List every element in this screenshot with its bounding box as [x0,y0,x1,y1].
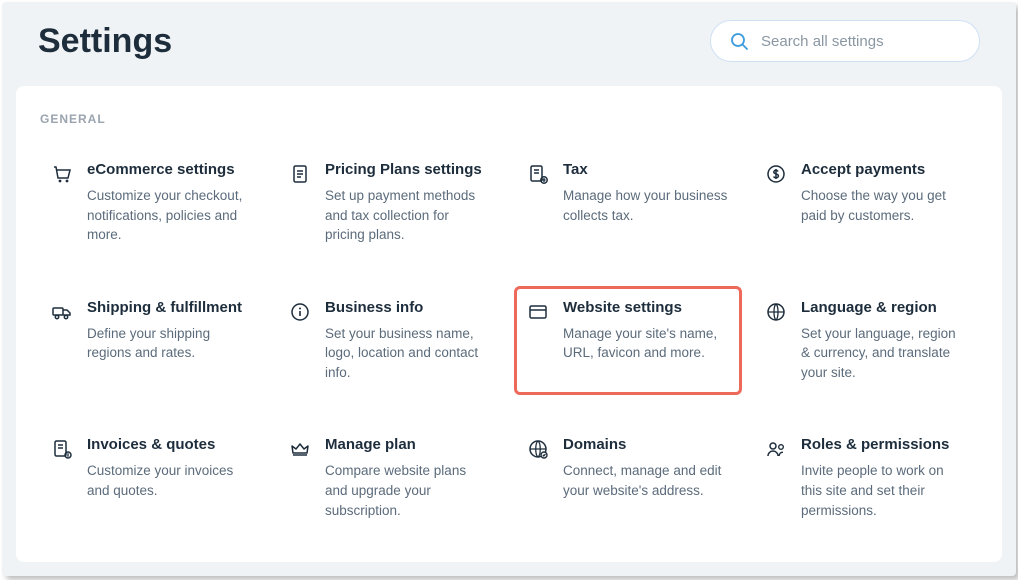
card-desc: Invite people to work on this site and s… [801,461,967,520]
file-icon [289,163,311,185]
settings-panel: GENERAL eCommerce settings Customize your… [16,86,1002,562]
info-icon [289,301,311,323]
card-body: Roles & permissions Invite people to work… [801,436,967,520]
card-invoices-quotes[interactable]: Invoices & quotes Customize your invoices… [38,423,266,533]
card-body: eCommerce settings Customize your checkou… [87,161,253,245]
cart-icon [51,163,73,185]
card-body: Tax Manage how your business collects tax… [563,161,729,225]
browser-icon [527,301,549,323]
card-desc: Manage your site's name, URL, favicon an… [563,324,729,363]
crown-icon [289,438,311,460]
dollar-icon [765,163,787,185]
card-title: Language & region [801,299,967,316]
card-desc: Connect, manage and edit your website's … [563,461,729,500]
card-body: Shipping & fulfillment Define your shippi… [87,299,253,363]
invoice-icon [51,438,73,460]
card-title: Invoices & quotes [87,436,253,453]
card-pricing-plans-settings[interactable]: Pricing Plans settings Set up payment met… [276,148,504,258]
card-desc: Customize your checkout, notifications, … [87,186,253,245]
card-shipping-fulfillment[interactable]: Shipping & fulfillment Define your shippi… [38,286,266,396]
card-body: Language & region Set your language, regi… [801,299,967,383]
settings-page: Settings GENERAL eCommerce settings Custo… [2,2,1016,576]
card-title: Manage plan [325,436,491,453]
card-title: Shipping & fulfillment [87,299,253,316]
search-icon [729,31,751,53]
header: Settings [2,2,1016,72]
truck-icon [51,301,73,323]
card-domains[interactable]: Domains Connect, manage and edit your web… [514,423,742,533]
card-desc: Set up payment methods and tax collectio… [325,186,491,245]
search-input[interactable] [761,33,961,50]
card-title: Pricing Plans settings [325,161,491,178]
card-desc: Choose the way you get paid by customers… [801,186,967,225]
card-desc: Set your business name, logo, location a… [325,324,491,383]
card-accept-payments[interactable]: Accept payments Choose the way you get pa… [752,148,980,258]
tax-icon [527,163,549,185]
card-body: Business info Set your business name, log… [325,299,491,383]
card-manage-plan[interactable]: Manage plan Compare website plans and upg… [276,423,504,533]
page-title: Settings [38,22,172,61]
card-roles-permissions[interactable]: Roles & permissions Invite people to work… [752,423,980,533]
search-box[interactable] [710,20,980,62]
card-title: eCommerce settings [87,161,253,178]
card-desc: Compare website plans and upgrade your s… [325,461,491,520]
card-business-info[interactable]: Business info Set your business name, log… [276,286,504,396]
domain-icon [527,438,549,460]
card-title: Website settings [563,299,729,316]
people-icon [765,438,787,460]
settings-grid: eCommerce settings Customize your checkou… [38,148,980,533]
card-desc: Manage how your business collects tax. [563,186,729,225]
card-title: Business info [325,299,491,316]
card-body: Invoices & quotes Customize your invoices… [87,436,253,500]
card-body: Website settings Manage your site's name,… [563,299,729,363]
card-ecommerce-settings[interactable]: eCommerce settings Customize your checkou… [38,148,266,258]
card-tax[interactable]: Tax Manage how your business collects tax… [514,148,742,258]
card-language-region[interactable]: Language & region Set your language, regi… [752,286,980,396]
card-title: Tax [563,161,729,178]
card-desc: Set your language, region & currency, an… [801,324,967,383]
card-title: Roles & permissions [801,436,967,453]
card-body: Accept payments Choose the way you get pa… [801,161,967,225]
card-desc: Define your shipping regions and rates. [87,324,253,363]
card-title: Domains [563,436,729,453]
card-body: Manage plan Compare website plans and upg… [325,436,491,520]
card-body: Domains Connect, manage and edit your web… [563,436,729,500]
card-desc: Customize your invoices and quotes. [87,461,253,500]
card-body: Pricing Plans settings Set up payment met… [325,161,491,245]
globe-icon [765,301,787,323]
section-label-general: GENERAL [40,112,980,126]
card-title: Accept payments [801,161,967,178]
card-website-settings[interactable]: Website settings Manage your site's name,… [514,286,742,396]
